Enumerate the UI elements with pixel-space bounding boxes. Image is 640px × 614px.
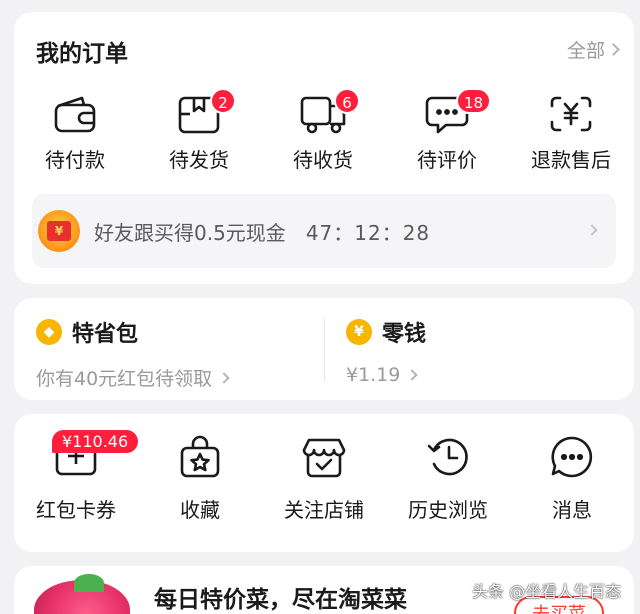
orders-title: 我的订单 (36, 41, 128, 67)
refund-icon (550, 96, 592, 132)
savings-pack-entry[interactable]: ◆ 特省包 你有40元红包待领取 (36, 316, 230, 391)
order-label: 待评价 (417, 148, 477, 172)
tool-messages[interactable]: 消息 (512, 434, 632, 523)
badge-pending-review: 18 (456, 88, 492, 114)
view-all-orders-link[interactable]: 全部 (566, 36, 620, 63)
wallet-card: ◆ 特省包 你有40元红包待领取 ¥ 零钱 ¥1.19 (14, 298, 634, 400)
tool-followed-stores[interactable]: 关注店铺 (264, 434, 384, 523)
favorite-bag-icon (180, 435, 220, 478)
red-envelope-icon: ¥ (38, 210, 80, 252)
order-pending-receipt[interactable]: 6 待收货 (268, 88, 378, 173)
chevron-right-icon (607, 43, 620, 56)
tool-label: 消息 (552, 498, 592, 522)
badge-pending-receipt: 6 (334, 88, 360, 114)
tool-history[interactable]: 历史浏览 (388, 434, 508, 523)
watermark: 头条 @坐看人生百态 (472, 582, 622, 601)
divider (324, 318, 325, 382)
history-clock-icon (427, 438, 468, 476)
tool-label: 历史浏览 (408, 498, 488, 522)
order-refund-aftersales[interactable]: 退款售后 (516, 92, 626, 173)
message-icon (551, 436, 593, 478)
view-all-label: 全部 (566, 40, 605, 62)
change-title: 零钱 (382, 322, 427, 347)
order-label: 待付款 (45, 148, 105, 172)
diamond-coin-icon: ◆ (36, 319, 62, 345)
friend-buy-promo-bar[interactable]: ¥ 好友跟买得0.5元现金 47：12：28 (32, 194, 616, 268)
tool-favorites[interactable]: 收藏 (140, 434, 260, 523)
savings-pack-title: 特省包 (72, 322, 139, 347)
change-balance: ¥1.19 (346, 364, 401, 386)
promo-countdown: 47：12：28 (305, 220, 431, 245)
change-balance-entry[interactable]: ¥ 零钱 ¥1.19 (346, 316, 426, 386)
coupon-value-badge: ¥110.46 (52, 430, 139, 453)
order-pending-payment[interactable]: 待付款 (20, 92, 130, 173)
badge-pending-shipment: 2 (210, 88, 236, 114)
yen-coin-icon: ¥ (346, 319, 372, 345)
tools-card: 红包卡券 ¥110.46 收藏 关注店铺 历史浏览 消息 (14, 414, 634, 552)
chevron-right-icon (406, 369, 419, 381)
order-label: 待收货 (293, 148, 353, 172)
orders-card: 我的订单 全部 待付款 2 待发货 6 待收货 18 待评价 退款售后 ¥ 好友… (14, 12, 634, 284)
savings-pack-subtitle: 你有40元红包待领取 (36, 368, 213, 390)
banner-title: 每日特价菜，尽在淘菜菜 (154, 587, 407, 613)
order-pending-shipment[interactable]: 2 待发货 (144, 88, 254, 173)
wallet-icon (54, 96, 96, 133)
dragon-fruit-image (34, 574, 130, 614)
chevron-right-icon (218, 371, 230, 384)
promo-text: 好友跟买得0.5元现金 (94, 220, 286, 245)
order-pending-review[interactable]: 18 待评价 (392, 88, 502, 173)
store-icon (302, 438, 346, 478)
tool-label: 红包卡券 (36, 498, 116, 522)
tool-label: 关注店铺 (284, 498, 364, 522)
order-label: 退款售后 (531, 148, 611, 172)
order-label: 待发货 (169, 148, 229, 172)
tool-label: 收藏 (180, 498, 220, 522)
chevron-right-icon (586, 224, 598, 236)
